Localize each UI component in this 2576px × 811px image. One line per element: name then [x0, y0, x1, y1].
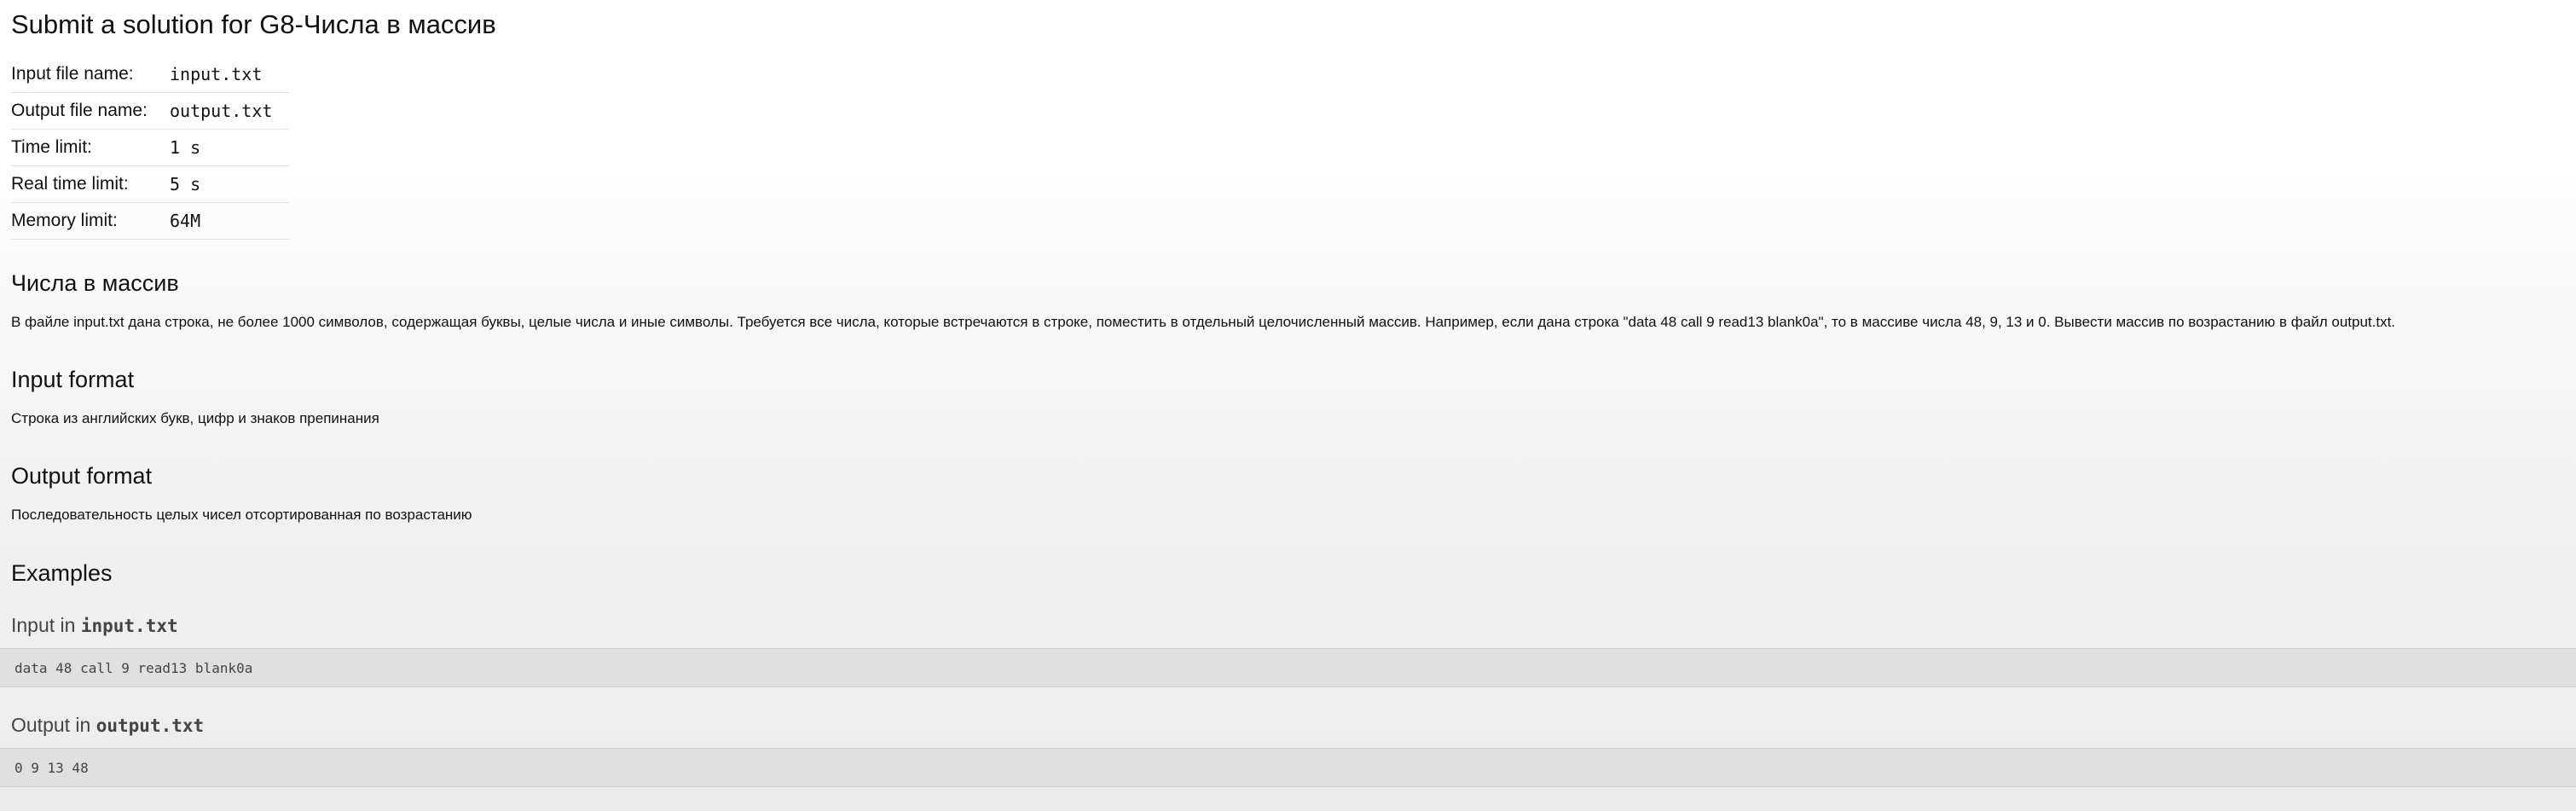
- page-title: Submit a solution for G8-Числа в массив: [11, 9, 496, 39]
- info-label: Input file name:: [11, 56, 170, 93]
- example-input-label: Input in: [11, 614, 76, 636]
- output-format-heading: Output format: [11, 463, 153, 489]
- info-row-time-limit: Time limit: 1 s: [11, 129, 289, 166]
- problem-page: Submit a solution for G8-Числа в массив …: [0, 0, 2576, 787]
- example-output-block[interactable]: 0 9 13 48: [0, 748, 2576, 787]
- statement-text: В файле input.txt дана строка, не более …: [11, 314, 2396, 330]
- info-row-input-file: Input file name: input.txt: [11, 56, 289, 93]
- info-value: input.txt: [170, 56, 289, 93]
- info-row-output-file: Output file name: output.txt: [11, 92, 289, 130]
- info-label: Memory limit:: [11, 202, 170, 240]
- info-label: Output file name:: [11, 92, 170, 130]
- info-row-memory-limit: Memory limit: 64M: [11, 202, 289, 240]
- info-value: output.txt: [170, 92, 289, 130]
- input-format-heading: Input format: [11, 367, 135, 392]
- example-input-heading: Input in input.txt: [11, 612, 178, 639]
- output-format-text: Последовательность целых чисел отсортиро…: [11, 507, 472, 523]
- example-output-filename: output.txt: [96, 715, 205, 736]
- info-value: 5 s: [170, 165, 289, 203]
- problem-limits-table: Input file name: input.txt Output file n…: [11, 56, 289, 240]
- info-label: Real time limit:: [11, 165, 170, 203]
- input-format-text: Строка из английских букв, цифр и знаков…: [11, 410, 379, 426]
- example-output-heading: Output in output.txt: [11, 712, 204, 739]
- info-label: Time limit:: [11, 129, 170, 166]
- example-input-block[interactable]: data 48 call 9 read13 blank0a: [0, 648, 2576, 687]
- examples-heading: Examples: [11, 560, 113, 586]
- info-value: 64M: [170, 202, 289, 240]
- statement-heading: Числа в массив: [11, 270, 179, 296]
- info-value: 1 s: [170, 129, 289, 166]
- info-row-real-time-limit: Real time limit: 5 s: [11, 165, 289, 203]
- example-output-label: Output in: [11, 714, 91, 736]
- example-input-filename: input.txt: [80, 616, 178, 636]
